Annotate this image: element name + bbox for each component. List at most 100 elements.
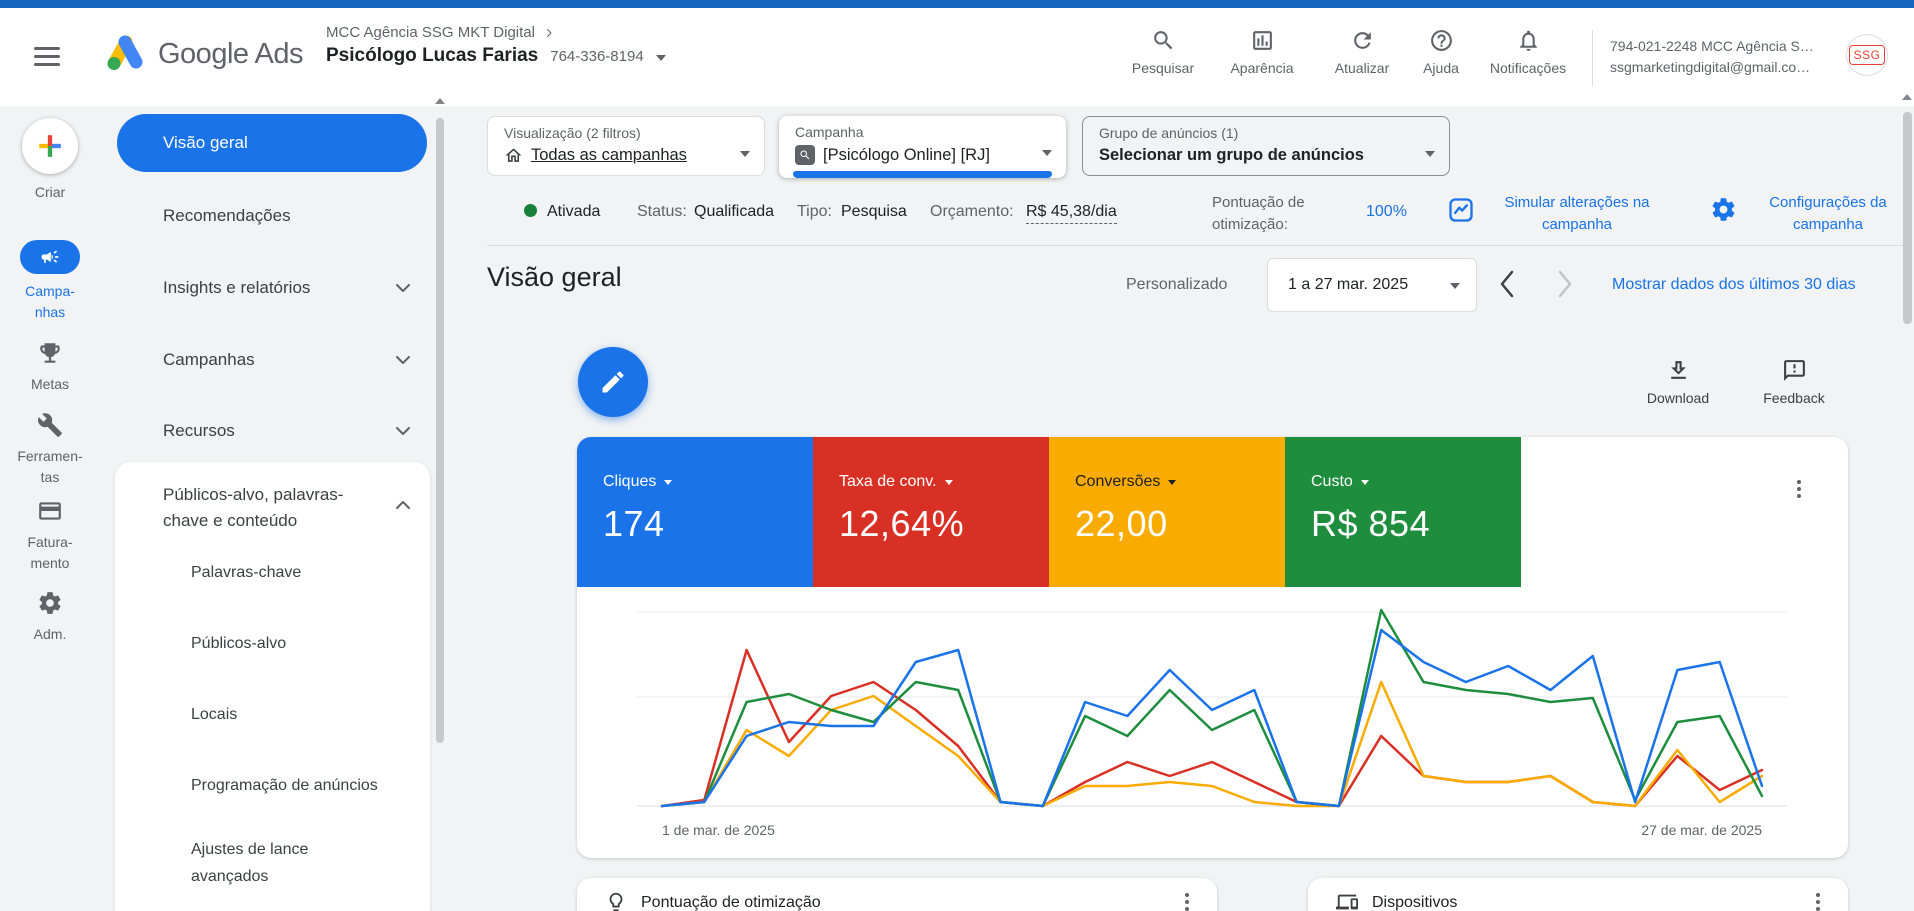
google-ads-logo[interactable]: Google Ads	[102, 32, 303, 76]
metric-conv-rate-caret-icon[interactable]	[944, 479, 953, 485]
date-range-picker[interactable]: 1 a 27 mar. 2025	[1267, 258, 1477, 312]
rail-item-create[interactable]: Criar	[0, 118, 100, 203]
campaign-search-icon	[795, 145, 815, 165]
header-divider	[1592, 30, 1593, 86]
rail-item-admin[interactable]: Adm.	[0, 590, 100, 645]
metric-cost-caret-icon[interactable]	[1360, 479, 1369, 485]
nav-item-ad-schedule[interactable]: Programação de anúncios	[191, 777, 378, 795]
rail-campaigns-label-line2: nhas	[34, 304, 66, 320]
account-picker-caret-icon[interactable]	[655, 55, 666, 61]
chevron-down-icon[interactable]	[396, 356, 410, 365]
help-button[interactable]: Ajuda	[1393, 28, 1489, 76]
view-filter-dropdown[interactable]: Visualização (2 filtros) Todas as campan…	[487, 116, 765, 176]
campaign-filter-label: Campanha	[795, 124, 864, 140]
rail-tools-label-line2: tas	[40, 469, 60, 485]
main-menu-button[interactable]	[34, 42, 60, 71]
metric-card-clicks[interactable]: Cliques 174	[577, 437, 813, 587]
campaign-filter-dropdown[interactable]: Campanha [Psicólogo Online] [RJ]	[779, 116, 1066, 178]
notifications-button[interactable]: Notificações	[1480, 28, 1576, 76]
metric-conversions-caret-icon[interactable]	[1168, 479, 1177, 485]
nav-scrollbar[interactable]	[436, 118, 444, 743]
rail-item-billing[interactable]: Fatura- mento	[0, 498, 100, 574]
download-label: Download	[1646, 390, 1710, 406]
campaign-settings-gear-icon[interactable]	[1710, 196, 1737, 223]
feedback-button[interactable]: Feedback	[1746, 358, 1842, 406]
nav-bid-adjustments-line1: Ajustes de lance	[191, 841, 309, 858]
appearance-label: Aparência	[1230, 60, 1294, 76]
simulate-changes-link[interactable]: Simular alterações na campanha	[1488, 192, 1666, 236]
edit-fab-button[interactable]	[578, 347, 648, 417]
nav-locations-label: Locais	[191, 706, 238, 723]
nav-item-audiences-keywords-content[interactable]: Públicos-alvo, palavras- chave e conteúd…	[163, 482, 393, 534]
metric-conv-rate-value: 12,64%	[839, 503, 965, 544]
account-name[interactable]: Psicólogo Lucas Farias	[326, 45, 538, 67]
nav-item-bid-adjustments[interactable]: Ajustes de lance avançados	[191, 836, 308, 890]
rail-goals-label: Metas	[30, 376, 70, 392]
page-scrollbar[interactable]	[1903, 112, 1912, 324]
nav-item-audiences[interactable]: Públicos-alvo	[191, 635, 286, 653]
metric-clicks-caret-icon[interactable]	[664, 479, 673, 485]
page-scrollbar-up-arrow[interactable]	[1902, 94, 1912, 100]
rail-billing-label-line1: Fatura-	[27, 534, 73, 550]
metric-card-conversions[interactable]: Conversões 22,00	[1049, 437, 1285, 587]
rail-item-campaigns[interactable]: Campa- nhas	[0, 240, 100, 323]
metric-card-cost[interactable]: Custo R$ 854	[1285, 437, 1521, 587]
avatar[interactable]: SSG	[1846, 34, 1888, 76]
devices-card-title: Dispositivos	[1372, 894, 1458, 911]
avatar-initials: SSG	[1848, 45, 1886, 65]
nav-scrollbar-up-arrow[interactable]	[435, 98, 445, 104]
profile-info[interactable]: 794-021-2248 MCC Agência S… ssgmarketing…	[1610, 36, 1838, 78]
adgroup-filter-dropdown[interactable]: Grupo de anúncios (1) Selecionar um grup…	[1082, 116, 1450, 176]
nav-item-campaigns[interactable]: Campanhas	[163, 350, 255, 370]
hamburger-icon	[34, 47, 60, 50]
nav-keywords-label: Palavras-chave	[191, 564, 302, 581]
status-value: Qualificada	[694, 203, 775, 220]
nav-item-locations[interactable]: Locais	[191, 706, 237, 724]
google-ads-logo-icon	[107, 35, 143, 70]
date-prev-chevron-icon[interactable]	[1498, 270, 1516, 298]
create-plus-icon	[39, 135, 61, 157]
appearance-button[interactable]: Aparência	[1214, 28, 1310, 76]
chevron-down-icon[interactable]	[396, 284, 410, 293]
campaign-settings-link[interactable]: Configurações da campanha	[1748, 192, 1908, 236]
metric-conversions-label: Conversões	[1075, 473, 1161, 490]
search-label: Pesquisar	[1131, 60, 1195, 76]
devices-card: Dispositivos	[1308, 878, 1848, 911]
date-next-chevron-icon[interactable]	[1556, 270, 1574, 298]
feedback-icon	[1783, 360, 1805, 381]
chevron-up-icon[interactable]	[396, 500, 410, 509]
chevron-down-icon[interactable]	[396, 427, 410, 436]
date-range-caret-icon	[1450, 283, 1460, 289]
optimization-card-title: Pontuação de otimização	[641, 894, 821, 911]
optimization-card-kebab-menu[interactable]	[1177, 890, 1197, 911]
optimization-score-card: Pontuação de otimização	[577, 878, 1217, 911]
budget-value[interactable]: R$ 45,38/dia	[1026, 203, 1117, 224]
gear-icon	[39, 592, 61, 614]
rail-item-goals[interactable]: Metas	[0, 340, 100, 395]
top-blue-strip	[0, 0, 1914, 8]
optimization-score-value[interactable]: 100%	[1366, 203, 1407, 221]
search-button[interactable]: Pesquisar	[1115, 28, 1211, 76]
feedback-label: Feedback	[1763, 390, 1825, 406]
breadcrumb-mcc[interactable]: MCC Agência SSG MKT Digital	[326, 24, 535, 41]
simulate-icon[interactable]	[1447, 196, 1475, 224]
status-enabled-text: Ativada	[547, 203, 601, 220]
adgroup-filter-value: Selecionar um grupo de anúncios	[1099, 146, 1364, 164]
metric-card-conv-rate[interactable]: Taxa de conv. 12,64%	[813, 437, 1049, 587]
nav-item-overview[interactable]: Visão geral	[117, 114, 427, 172]
show-last-30-days-link[interactable]: Mostrar dados dos últimos 30 dias	[1612, 276, 1856, 294]
chart-kebab-menu[interactable]	[1789, 477, 1809, 501]
nav-item-keywords[interactable]: Palavras-chave	[191, 564, 301, 582]
adgroup-filter-label: Grupo de anúncios (1)	[1099, 125, 1239, 141]
nav-item-recommendations[interactable]: Recomendações	[163, 206, 291, 226]
metric-clicks-value: 174	[603, 503, 665, 544]
nav-ad-schedule-label: Programação de anúncios	[191, 777, 378, 794]
download-icon	[1670, 361, 1686, 379]
nav-audiences-label: Públicos-alvo	[191, 635, 287, 652]
nav-item-assets[interactable]: Recursos	[163, 421, 235, 441]
rail-item-tools[interactable]: Ferramen- tas	[0, 412, 100, 488]
profile-account-line: 794-021-2248 MCC Agência S…	[1610, 38, 1814, 54]
nav-item-insights[interactable]: Insights e relatórios	[163, 278, 310, 298]
devices-card-kebab-menu[interactable]	[1808, 890, 1828, 911]
download-button[interactable]: Download	[1630, 358, 1726, 406]
